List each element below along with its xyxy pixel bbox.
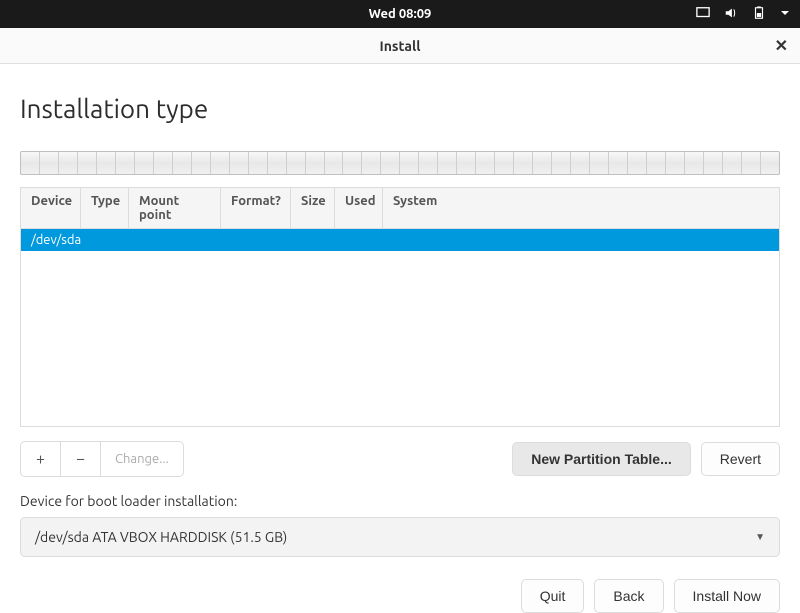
window-titlebar: Install ✕ [0, 28, 800, 64]
partition-table-header: Device Type Mount point Format? Size Use… [21, 188, 779, 229]
partition-table: Device Type Mount point Format? Size Use… [20, 187, 780, 427]
wizard-footer: Quit Back Install Now [0, 557, 800, 613]
table-row[interactable]: /dev/sda [21, 229, 779, 251]
revert-button[interactable]: Revert [701, 442, 780, 476]
cell-device: /dev/sda [29, 233, 83, 247]
screen-icon[interactable] [696, 6, 710, 23]
install-now-button[interactable]: Install Now [674, 579, 780, 613]
partition-toolbar: + − Change... New Partition Table... Rev… [20, 441, 780, 477]
window-title: Install [380, 38, 421, 54]
bootloader-selected-text: /dev/sda ATA VBOX HARDDISK (51.5 GB) [35, 529, 287, 545]
bootloader-device-dropdown[interactable]: /dev/sda ATA VBOX HARDDISK (51.5 GB) ▼ [20, 517, 780, 557]
col-mountpoint[interactable]: Mount point [129, 188, 221, 228]
col-device[interactable]: Device [21, 188, 81, 228]
col-system[interactable]: System [383, 188, 779, 228]
col-used[interactable]: Used [335, 188, 383, 228]
col-type[interactable]: Type [81, 188, 129, 228]
change-partition-button[interactable]: Change... [101, 442, 183, 476]
col-size[interactable]: Size [291, 188, 335, 228]
chevron-down-icon: ▼ [755, 531, 765, 543]
remove-partition-button[interactable]: − [61, 442, 101, 476]
clock[interactable]: Wed 08:09 [369, 7, 432, 21]
partition-edit-group: + − Change... [20, 441, 184, 477]
add-partition-button[interactable]: + [21, 442, 61, 476]
col-format[interactable]: Format? [221, 188, 291, 228]
quit-button[interactable]: Quit [521, 579, 585, 613]
new-partition-table-button[interactable]: New Partition Table... [512, 442, 691, 476]
battery-icon[interactable] [752, 6, 766, 23]
disk-usage-bar[interactable] [20, 151, 780, 175]
close-icon[interactable]: ✕ [775, 36, 788, 55]
bootloader-label: Device for boot loader installation: [20, 493, 780, 509]
partition-table-body[interactable]: /dev/sda [21, 229, 779, 427]
system-topbar: Wed 08:09 [0, 0, 800, 28]
page-title: Installation type [20, 94, 780, 123]
chevron-down-icon[interactable] [780, 7, 790, 21]
content-area: Installation type Device Type Mount poin… [0, 64, 800, 557]
volume-icon[interactable] [724, 6, 738, 23]
system-tray[interactable] [696, 6, 790, 23]
back-button[interactable]: Back [594, 579, 663, 613]
